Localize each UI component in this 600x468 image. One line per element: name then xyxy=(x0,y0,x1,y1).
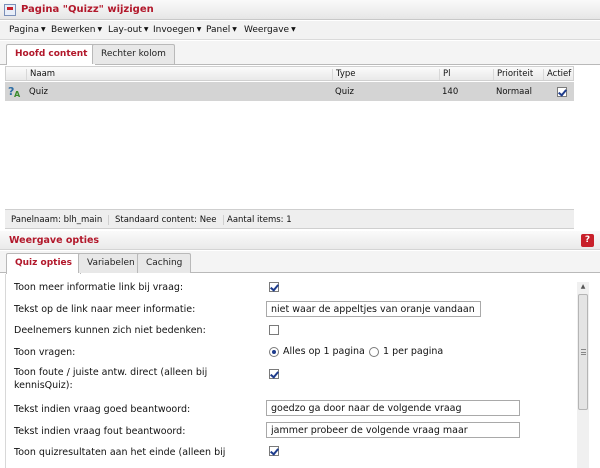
item-count: Aantal items: 1 xyxy=(227,215,292,225)
default-content-status: Standaard content: Nee xyxy=(115,215,224,225)
correct-answer-text-label: Tekst indien vraag goed beantwoord: xyxy=(14,404,191,415)
display-options-header: Weergave opties ? xyxy=(0,231,600,250)
scroll-thumb[interactable] xyxy=(578,294,588,410)
wrong-answer-text-input[interactable] xyxy=(266,422,520,438)
menu-pagina[interactable]: Pagina ▼ xyxy=(9,25,46,35)
grip-icon xyxy=(581,349,586,355)
window-title: Pagina "Quizz" wijzigen xyxy=(21,4,154,15)
form-scrollbar[interactable]: ▲ xyxy=(577,282,589,468)
menu-bewerken[interactable]: Bewerken ▼ xyxy=(51,25,102,35)
section-title: Weergave opties xyxy=(9,235,100,246)
chevron-down-icon: ▼ xyxy=(97,26,103,33)
menu-weergave[interactable]: Weergave ▼ xyxy=(244,25,296,35)
menu-lay-out[interactable]: Lay-out ▼ xyxy=(108,25,148,35)
show-wrong-right-label-line1: Toon foute / juiste antw. direct (alleen… xyxy=(14,367,208,378)
correct-answer-text-input[interactable] xyxy=(266,400,520,416)
tab-quiz-opties[interactable]: Quiz opties xyxy=(6,253,81,274)
chevron-down-icon: ▼ xyxy=(196,26,202,33)
column-header-actief[interactable]: Actief xyxy=(543,69,571,80)
show-questions-label: Toon vragen: xyxy=(14,347,76,358)
chevron-down-icon: ▼ xyxy=(40,26,46,33)
column-header-pl[interactable]: Pl xyxy=(439,69,451,80)
show-wrong-right-label-line2: kennisQuiz): xyxy=(14,380,73,391)
show-results-at-end-checkbox[interactable] xyxy=(269,446,279,456)
row-pl: 140 xyxy=(442,87,459,97)
chevron-down-icon: ▼ xyxy=(232,26,237,33)
column-header-naam[interactable]: Naam xyxy=(26,69,55,80)
show-more-info-link-checkbox[interactable] xyxy=(269,282,279,292)
content-tabs: Hoofd content Rechter kolom xyxy=(0,41,600,65)
show-more-info-link-label: Toon meer informatie link bij vraag: xyxy=(14,282,184,293)
table-row[interactable]: ? A Quiz Quiz 140 Normaal xyxy=(5,82,574,101)
row-active-checkbox[interactable] xyxy=(557,87,567,97)
panel-status-bar: Panelnaam: blh_main Standaard content: N… xyxy=(5,209,574,229)
row-type: Quiz xyxy=(335,87,354,97)
tab-rechter-kolom[interactable]: Rechter kolom xyxy=(92,44,175,64)
show-wrong-right-checkbox[interactable] xyxy=(269,369,279,379)
menu-panel[interactable]: Panel ▼ xyxy=(206,25,237,35)
more-info-link-text-label: Tekst op de link naar meer informatie: xyxy=(14,304,196,315)
tab-variabelen[interactable]: Variabelen xyxy=(78,253,144,273)
row-name: Quiz xyxy=(29,87,48,97)
scroll-up-icon[interactable]: ▲ xyxy=(577,282,589,292)
menu-bar: Pagina ▼ Bewerken ▼ Lay-out ▼ Invoegen ▼ Pan… xyxy=(0,21,600,40)
column-header-prioriteit[interactable]: Prioriteit xyxy=(493,69,533,80)
quiz-icon: ? A xyxy=(8,85,21,98)
participants-cannot-change-checkbox[interactable] xyxy=(269,325,279,335)
radio-all-on-one-page-label: Alles op 1 pagina xyxy=(283,346,365,357)
menu-invoegen[interactable]: Invoegen ▼ xyxy=(153,25,201,35)
radio-all-on-one-page[interactable] xyxy=(269,347,279,357)
page-icon xyxy=(4,4,16,16)
tab-hoofd-content[interactable]: Hoofd content xyxy=(6,44,97,65)
participants-cannot-change-label: Deelnemers kunnen zich niet bedenken: xyxy=(14,325,206,336)
tab-caching[interactable]: Caching xyxy=(137,253,192,273)
radio-one-per-page-label: 1 per pagina xyxy=(383,346,444,357)
panel-name: Panelnaam: blh_main xyxy=(11,215,110,225)
radio-one-per-page[interactable] xyxy=(369,347,379,357)
window-titlebar: Pagina "Quizz" wijzigen xyxy=(0,0,600,20)
chevron-down-icon: ▼ xyxy=(291,26,296,33)
svg-text:A: A xyxy=(14,90,21,98)
quiz-options-form: Toon meer informatie link bij vraag: Tek… xyxy=(5,274,574,468)
chevron-down-icon: ▼ xyxy=(143,26,149,33)
row-priority: Normaal xyxy=(496,87,532,97)
content-list-area xyxy=(5,101,574,208)
table-header: Naam Type Pl Prioriteit Actief xyxy=(5,66,574,81)
help-icon[interactable]: ? xyxy=(581,234,594,247)
column-header-type[interactable]: Type xyxy=(332,69,356,80)
show-results-at-end-label: Toon quizresultaten aan het einde (allee… xyxy=(14,447,226,458)
options-tabs: Quiz opties Variabelen Caching xyxy=(0,251,600,274)
more-info-link-text-input[interactable] xyxy=(266,301,481,317)
wrong-answer-text-label: Tekst indien vraag fout beantwoord: xyxy=(14,426,186,437)
